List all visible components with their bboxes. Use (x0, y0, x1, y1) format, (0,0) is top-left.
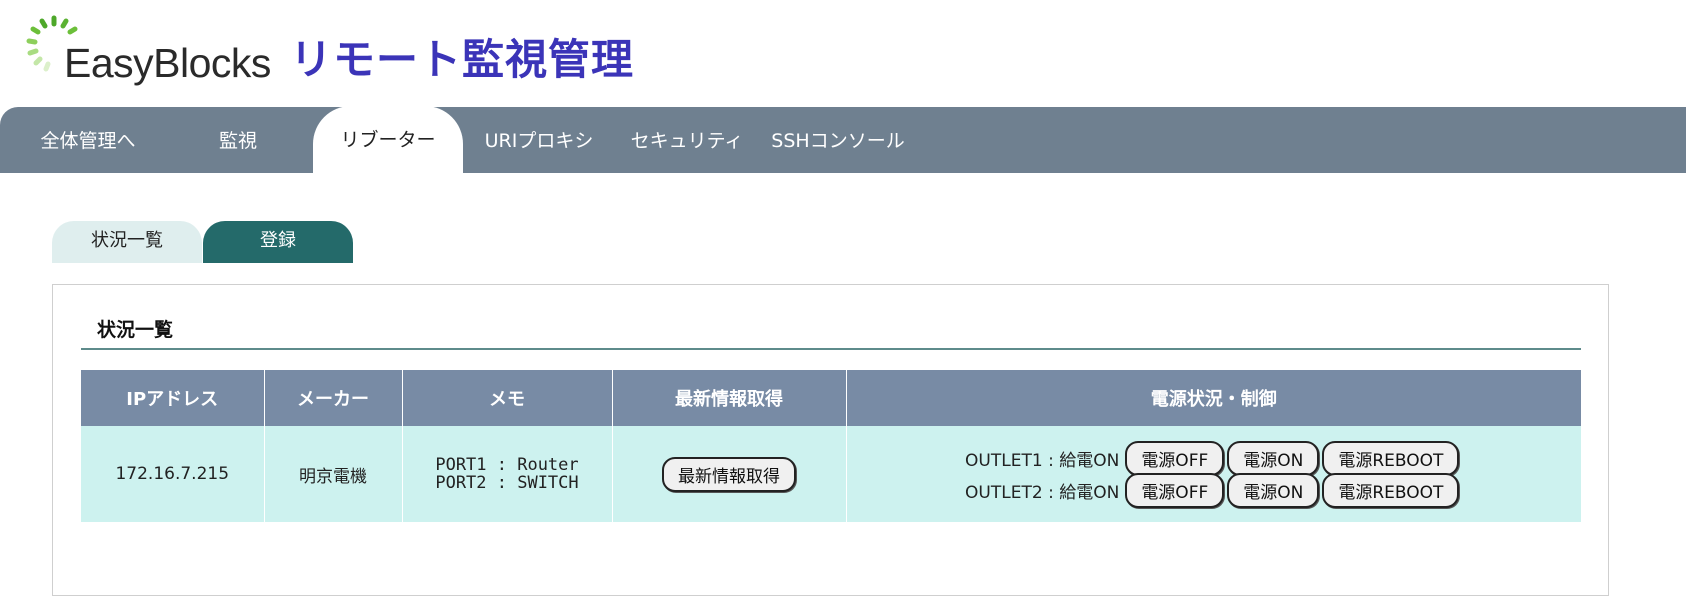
cell-memo: PORT1 : Router PORT2 : SWITCH (402, 426, 613, 522)
tab-monitoring[interactable]: 監視 (190, 107, 286, 173)
easyblocks-logo: EasyBlocks (24, 14, 284, 90)
cell-ip: 172.16.7.215 (81, 426, 265, 522)
outlet-status-label: OUTLET2 : 給電ON (965, 482, 1120, 503)
tab-security[interactable]: セキュリティ (625, 107, 749, 173)
table-header-row: IPアドレス メーカー メモ 最新情報取得 電源状況・制御 (81, 370, 1581, 426)
tab-overall-management[interactable]: 全体管理へ (20, 107, 156, 173)
status-table: IPアドレス メーカー メモ 最新情報取得 電源状況・制御 172.16.7.2… (81, 370, 1581, 522)
outlet2-power-reboot-button[interactable]: 電源REBOOT (1322, 472, 1460, 508)
main-nav: 全体管理へ 監視 リブーター URIプロキシ セキュリティ SSHコンソール (0, 106, 1686, 174)
status-panel: 状況一覧 IPアドレス メーカー メモ 最新情報取得 電源状況・制御 172.1… (52, 284, 1609, 596)
tab-rebooter[interactable]: リブーター (313, 106, 463, 174)
outlet-row: OUTLET1 : 給電ON 電源OFF 電源ON 電源REBOOT (847, 440, 1582, 476)
cell-power: OUTLET1 : 給電ON 電源OFF 電源ON 電源REBOOT OUTLE… (846, 426, 1581, 522)
subtab-register[interactable]: 登録 (203, 221, 353, 263)
section-title: 状況一覧 (97, 319, 174, 341)
subtab-status-list[interactable]: 状況一覧 (52, 221, 202, 263)
outlet-row: OUTLET2 : 給電ON 電源OFF 電源ON 電源REBOOT (847, 472, 1582, 508)
logo-text: EasyBlocks (64, 40, 271, 86)
outlet1-power-on-button[interactable]: 電源ON (1227, 440, 1320, 476)
outlet2-power-on-button[interactable]: 電源ON (1227, 472, 1320, 508)
outlet-status-label: OUTLET1 : 給電ON (965, 450, 1120, 471)
outlet1-power-reboot-button[interactable]: 電源REBOOT (1322, 440, 1460, 476)
column-header-memo: メモ (402, 370, 613, 426)
column-header-maker: メーカー (264, 370, 403, 426)
column-header-refresh: 最新情報取得 (612, 370, 847, 426)
cell-maker: 明京電機 (264, 426, 403, 522)
section-divider (81, 348, 1581, 350)
outlet1-power-off-button[interactable]: 電源OFF (1125, 440, 1225, 476)
tab-uri-proxy[interactable]: URIプロキシ (478, 107, 600, 173)
tab-ssh-console[interactable]: SSHコンソール (770, 107, 906, 173)
cell-refresh: 最新情報取得 (612, 426, 847, 522)
column-header-power: 電源状況・制御 (846, 370, 1581, 426)
app-title: リモート監視管理 (290, 35, 635, 84)
table-row: 172.16.7.215 明京電機 PORT1 : Router PORT2 :… (81, 426, 1581, 522)
column-header-ip: IPアドレス (81, 370, 265, 426)
outlet2-power-off-button[interactable]: 電源OFF (1125, 472, 1225, 508)
refresh-info-button[interactable]: 最新情報取得 (662, 456, 796, 492)
